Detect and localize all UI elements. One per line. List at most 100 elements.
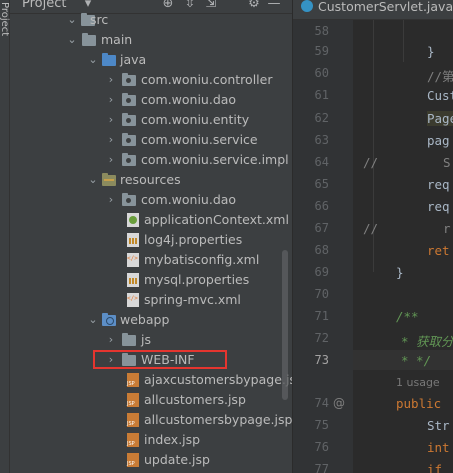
resources-folder-icon	[102, 173, 118, 187]
code-line[interactable]: ret	[427, 243, 450, 258]
chevron-right-icon[interactable]: ›	[105, 92, 117, 108]
project-tool-window-button[interactable]: Project	[0, 2, 10, 36]
comment-marker: //	[363, 221, 379, 236]
chevron-right-icon[interactable]: ›	[105, 112, 117, 128]
tree-item-file[interactable]: update.jsp	[10, 450, 292, 470]
code-line[interactable]: if	[427, 462, 442, 473]
tree-item-label: js	[141, 332, 151, 347]
source-folder-icon	[102, 53, 118, 67]
chevron-down-icon[interactable]: ⌄	[87, 52, 99, 68]
package-icon	[122, 113, 138, 127]
code-line[interactable]: r	[443, 221, 451, 236]
tree-item-label: com.woniu.dao	[141, 192, 237, 207]
tree-item-file[interactable]: applicationContext.xml	[10, 210, 292, 230]
override-marker-icon[interactable]: @	[333, 396, 345, 410]
code-line[interactable]: Str	[427, 418, 450, 433]
tree-item-package[interactable]: › com.woniu.service	[10, 130, 292, 150]
tree-item-package[interactable]: › com.woniu.controller	[10, 70, 292, 90]
tree-scrollbar[interactable]	[282, 250, 288, 400]
tree-item-file[interactable]: index.jsp	[10, 430, 292, 450]
xml-file-icon	[126, 293, 142, 307]
tree-item-file[interactable]: allcustomersbypage.jsp	[10, 410, 292, 430]
tree-item-package[interactable]: › com.woniu.entity	[10, 110, 292, 130]
line-number: 58	[314, 24, 329, 38]
code-line[interactable]: int	[427, 440, 450, 455]
code-line[interactable]: public	[396, 396, 441, 411]
package-icon	[122, 93, 138, 107]
line-number: 74	[314, 396, 329, 410]
folder-icon	[82, 33, 98, 47]
tree-item-java[interactable]: ⌄ java	[10, 50, 292, 70]
properties-file-icon	[126, 273, 142, 287]
code-line[interactable]: * */	[401, 353, 431, 368]
tree-item-webapp[interactable]: ⌄ webapp	[10, 310, 292, 330]
jsp-file-icon	[126, 373, 142, 387]
chevron-right-icon[interactable]: ›	[105, 332, 117, 348]
tree-item-file[interactable]: ajaxcustomersbypage.jsp	[10, 370, 292, 390]
tree-item-package[interactable]: › com.woniu.dao	[10, 90, 292, 110]
code-line[interactable]: S	[443, 155, 451, 170]
tree-item-file[interactable]: mybatisconfig.xml	[10, 250, 292, 270]
tree-item-src[interactable]: ⌄ src	[10, 10, 292, 30]
code-line[interactable]: req	[427, 177, 450, 192]
tree-item-label: update.jsp	[144, 452, 210, 467]
line-number: 59	[314, 44, 329, 58]
tree-item-label: src	[90, 12, 109, 27]
tree-item-label: allcustomers.jsp	[144, 392, 246, 407]
properties-file-icon	[126, 233, 142, 247]
jsp-file-icon	[126, 413, 142, 427]
code-line[interactable]: pag	[427, 133, 450, 148]
package-icon	[122, 73, 138, 87]
line-number: 65	[314, 177, 329, 191]
tree-item-file[interactable]: log4j.properties	[10, 230, 292, 250]
code-line[interactable]: Cust	[427, 88, 453, 103]
tree-item-js[interactable]: › js	[10, 330, 292, 350]
tree-item-label: webapp	[120, 312, 170, 327]
spring-xml-icon	[126, 213, 142, 227]
chevron-right-icon[interactable]: ›	[105, 192, 117, 208]
code-line[interactable]: /**	[396, 309, 419, 324]
line-number: 71	[314, 309, 329, 323]
editor-tab-bar: CustomerServlet.java	[293, 0, 453, 20]
code-line[interactable]: Page	[427, 111, 453, 126]
tree-item-resources[interactable]: ⌄ resources	[10, 170, 292, 190]
line-number-current: 73	[314, 353, 329, 367]
web-folder-icon	[102, 313, 118, 327]
tree-item-file[interactable]: mysql.properties	[10, 270, 292, 290]
chevron-right-icon[interactable]: ›	[105, 152, 117, 168]
line-number: 69	[314, 265, 329, 279]
jsp-file-icon	[126, 453, 142, 467]
tab-customer-servlet[interactable]: CustomerServlet.java	[301, 0, 453, 20]
chevron-right-icon[interactable]: ›	[105, 72, 117, 88]
code-line[interactable]: }	[396, 265, 404, 280]
chevron-down-icon[interactable]: ⌄	[87, 312, 99, 328]
line-number: 75	[314, 418, 329, 432]
code-line[interactable]: req	[427, 199, 450, 214]
line-number: 67	[314, 221, 329, 235]
chevron-right-icon[interactable]: ›	[105, 132, 117, 148]
chevron-down-icon[interactable]: ⌄	[66, 32, 78, 48]
tree-item-file[interactable]: allcustomers.jsp	[10, 390, 292, 410]
jsp-file-icon	[126, 433, 142, 447]
usage-hint[interactable]: 1 usage	[396, 376, 440, 389]
chevron-down-icon[interactable]: ⌄	[87, 172, 99, 188]
line-number: 70	[314, 287, 329, 301]
editor-pane: CustomerServlet.java 58 59 60 61 62 63 6…	[293, 0, 453, 473]
line-number: 62	[314, 111, 329, 125]
indent-guide	[403, 20, 404, 62]
code-line[interactable]: }	[427, 44, 435, 59]
tree-item-package[interactable]: › com.woniu.service.impl	[10, 150, 292, 170]
tree-item-file[interactable]: spring-mvc.xml	[10, 290, 292, 310]
code-line[interactable]: //第	[427, 66, 453, 85]
tree-item-package[interactable]: › com.woniu.dao	[10, 190, 292, 210]
tree-item-label: allcustomersbypage.jsp	[144, 412, 292, 427]
code-line[interactable]: * 获取分	[401, 331, 453, 350]
tree-item-label: com.woniu.service.impl	[141, 152, 289, 167]
chevron-down-icon[interactable]: ⌄	[66, 12, 78, 28]
highlight-box	[93, 350, 227, 369]
comment-marker: //	[363, 155, 379, 170]
tree-item-label: com.woniu.controller	[141, 72, 273, 87]
tree-item-label: spring-mvc.xml	[144, 292, 241, 307]
tree-item-main[interactable]: ⌄ main	[10, 30, 292, 50]
tree-item-label: java	[120, 52, 147, 67]
